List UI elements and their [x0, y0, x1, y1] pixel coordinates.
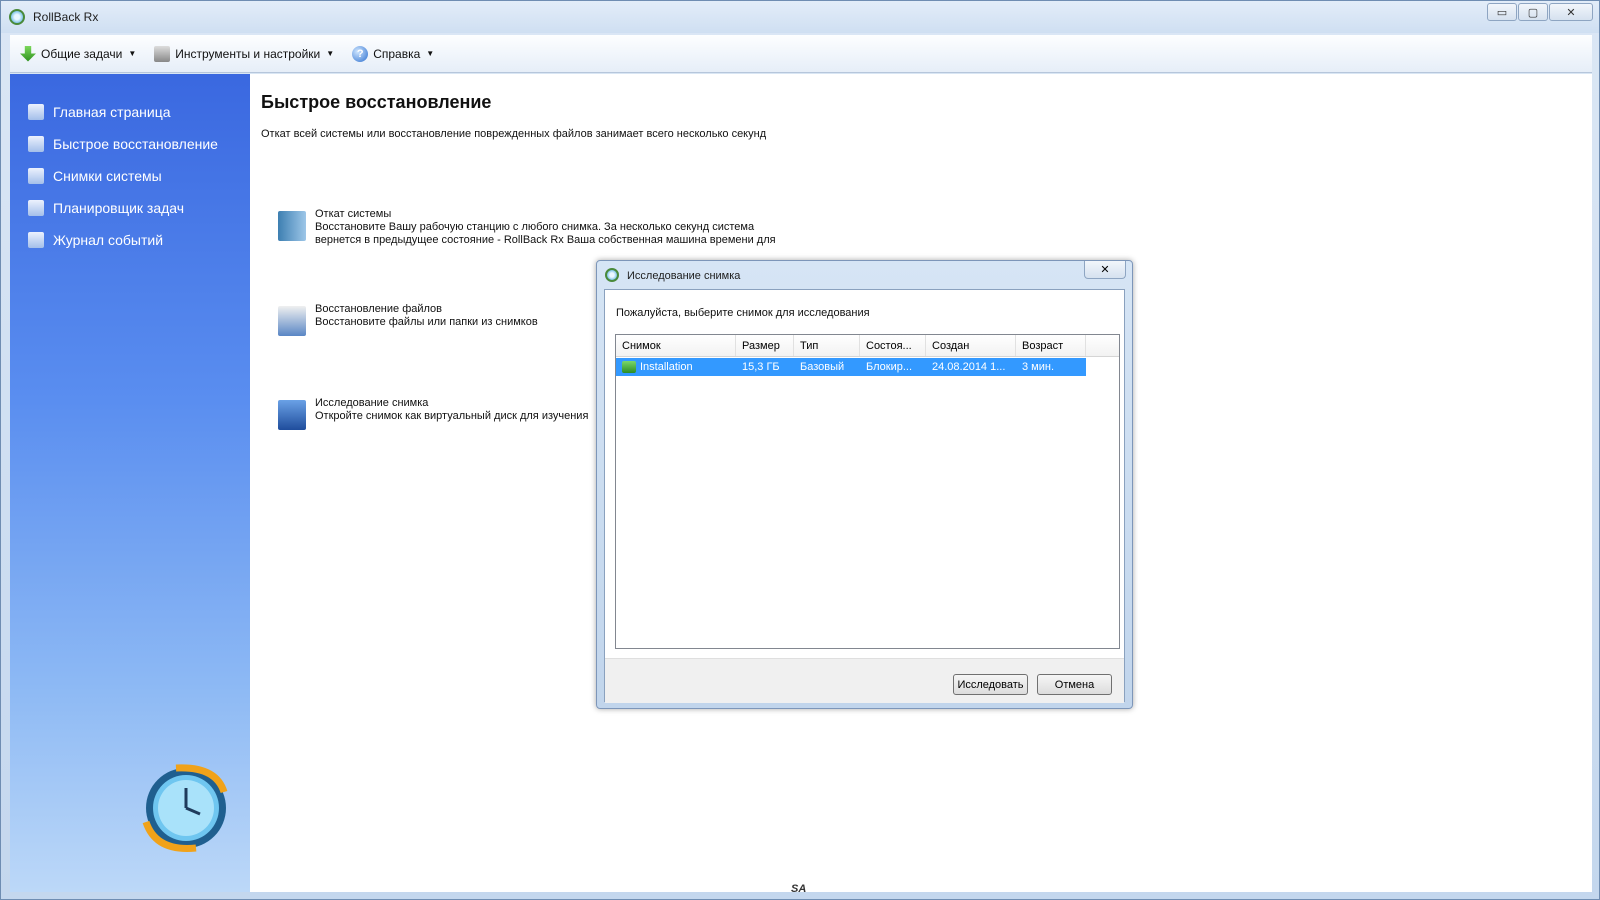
window-title: RollBack Rx	[33, 10, 99, 24]
sidebar: Главная страница Быстрое восстановление …	[10, 74, 250, 892]
option-text: Восстановление файлов Восстановите файлы…	[315, 303, 538, 336]
quick-restore-icon	[28, 136, 44, 152]
explore-snapshot-dialog: Исследование снимка ✕ Пожалуйста, выбери…	[596, 260, 1133, 709]
window-controls: ▭ ▢ ✕	[1486, 3, 1593, 21]
page-subtitle: Откат всей системы или восстановление по…	[261, 128, 767, 140]
chevron-down-icon: ▼	[128, 49, 137, 58]
sidebar-item-home[interactable]: Главная страница	[28, 96, 250, 128]
help-icon: ?	[352, 45, 369, 62]
cell-state: Блокир...	[866, 361, 912, 373]
option-desc: вернется в предыдущее состояние - RollBa…	[315, 234, 776, 246]
option-text: Исследование снимка Откройте снимок как …	[315, 397, 588, 430]
dialog-close-button[interactable]: ✕	[1084, 261, 1126, 279]
option-title: Восстановление файлов	[315, 303, 443, 315]
option-desc: Восстановите файлы или папки из снимков	[315, 316, 538, 328]
column-header-age[interactable]: Возраст	[1016, 335, 1086, 356]
explore-snapshot-icon	[278, 400, 306, 430]
file-restore-icon	[278, 306, 306, 336]
cancel-button[interactable]: Отмена	[1037, 674, 1112, 695]
menu-help-label: Справка	[373, 46, 421, 61]
chevron-down-icon: ▼	[426, 49, 435, 58]
download-arrow-icon	[20, 45, 36, 62]
dialog-body: Пожалуйста, выберите снимок для исследов…	[604, 289, 1125, 703]
menu-help[interactable]: ? Справка ▼	[352, 45, 435, 62]
column-header-state[interactable]: Состоя...	[860, 335, 926, 356]
column-header-type[interactable]: Тип	[794, 335, 860, 356]
watermark: SA	[791, 883, 807, 895]
cell-type: Базовый	[800, 361, 845, 373]
list-header: Снимок Размер Тип Состоя... Создан Возра…	[616, 335, 1119, 357]
snapshot-list[interactable]: Снимок Размер Тип Состоя... Создан Возра…	[615, 334, 1120, 649]
option-file-restore[interactable]: Восстановление файлов Восстановите файлы…	[278, 303, 538, 336]
chevron-down-icon: ▼	[326, 49, 335, 58]
maximize-button[interactable]: ▢	[1518, 3, 1548, 21]
tools-icon	[154, 45, 171, 62]
column-header-size[interactable]: Размер	[736, 335, 794, 356]
option-system-rollback[interactable]: Откат системы Восстановите Вашу рабочую …	[278, 208, 776, 247]
cell-age: 3 мин.	[1022, 361, 1055, 373]
toolbar: Общие задачи ▼ Инструменты и настройки ▼…	[10, 35, 1592, 73]
column-header-snapshot[interactable]: Снимок	[616, 335, 736, 356]
rollback-logo-icon	[605, 268, 619, 282]
rollback-clock-logo-icon	[142, 764, 228, 852]
sidebar-item-event-log[interactable]: Журнал событий	[28, 224, 250, 256]
option-text: Откат системы Восстановите Вашу рабочую …	[315, 208, 776, 247]
table-row[interactable]: Installation 15,3 ГБ Базовый Блокир... 2…	[616, 358, 1086, 376]
snapshots-icon	[28, 168, 44, 184]
option-desc: Восстановите Вашу рабочую станцию с любо…	[315, 221, 755, 233]
menu-general-tasks[interactable]: Общие задачи ▼	[20, 45, 137, 62]
cell-created: 24.08.2014 1...	[932, 361, 1006, 373]
column-header-created[interactable]: Создан	[926, 335, 1016, 356]
option-title: Исследование снимка	[315, 397, 429, 409]
sidebar-nav: Главная страница Быстрое восстановление …	[10, 74, 250, 256]
sidebar-item-scheduler[interactable]: Планировщик задач	[28, 192, 250, 224]
dialog-prompt: Пожалуйста, выберите снимок для исследов…	[616, 307, 870, 319]
system-rollback-icon	[278, 211, 306, 241]
menu-tools-settings-label: Инструменты и настройки	[175, 46, 321, 61]
menu-general-tasks-label: Общие задачи	[41, 46, 123, 61]
sidebar-item-quick-restore[interactable]: Быстрое восстановление	[28, 128, 250, 160]
sidebar-item-label: Главная страница	[53, 104, 171, 120]
menu-tools-settings[interactable]: Инструменты и настройки ▼	[154, 45, 335, 62]
title-bar[interactable]: RollBack Rx ▭ ▢ ✕	[1, 1, 1599, 33]
sidebar-item-label: Журнал событий	[53, 232, 164, 248]
home-icon	[28, 104, 44, 120]
page-title: Быстрое восстановление	[261, 92, 492, 112]
cell-snapshot: Installation	[616, 358, 736, 376]
rollback-logo-icon	[9, 9, 25, 25]
sidebar-item-label: Быстрое восстановление	[53, 136, 218, 152]
option-desc: Откройте снимок как виртуальный диск для…	[315, 410, 589, 422]
cell-size: 15,3 ГБ	[742, 361, 780, 373]
snapshot-icon	[622, 361, 636, 374]
dialog-title: Исследование снимка	[627, 270, 741, 282]
cell-snapshot-name: Installation	[640, 361, 693, 373]
scheduler-icon	[28, 200, 44, 216]
event-log-icon	[28, 232, 44, 248]
explore-button[interactable]: Исследовать	[953, 674, 1028, 695]
sidebar-item-snapshots[interactable]: Снимки системы	[28, 160, 250, 192]
option-explore-snapshot[interactable]: Исследование снимка Откройте снимок как …	[278, 397, 588, 430]
dialog-footer: Исследовать Отмена	[605, 658, 1124, 703]
option-title: Откат системы	[315, 208, 392, 220]
app-window: RollBack Rx ▭ ▢ ✕ Общие задачи ▼ Инструм…	[0, 0, 1600, 900]
sidebar-item-label: Снимки системы	[53, 168, 162, 184]
column-header-filler	[1086, 335, 1119, 356]
minimize-button[interactable]: ▭	[1487, 3, 1517, 21]
close-button[interactable]: ✕	[1549, 3, 1593, 21]
sidebar-item-label: Планировщик задач	[53, 200, 185, 216]
